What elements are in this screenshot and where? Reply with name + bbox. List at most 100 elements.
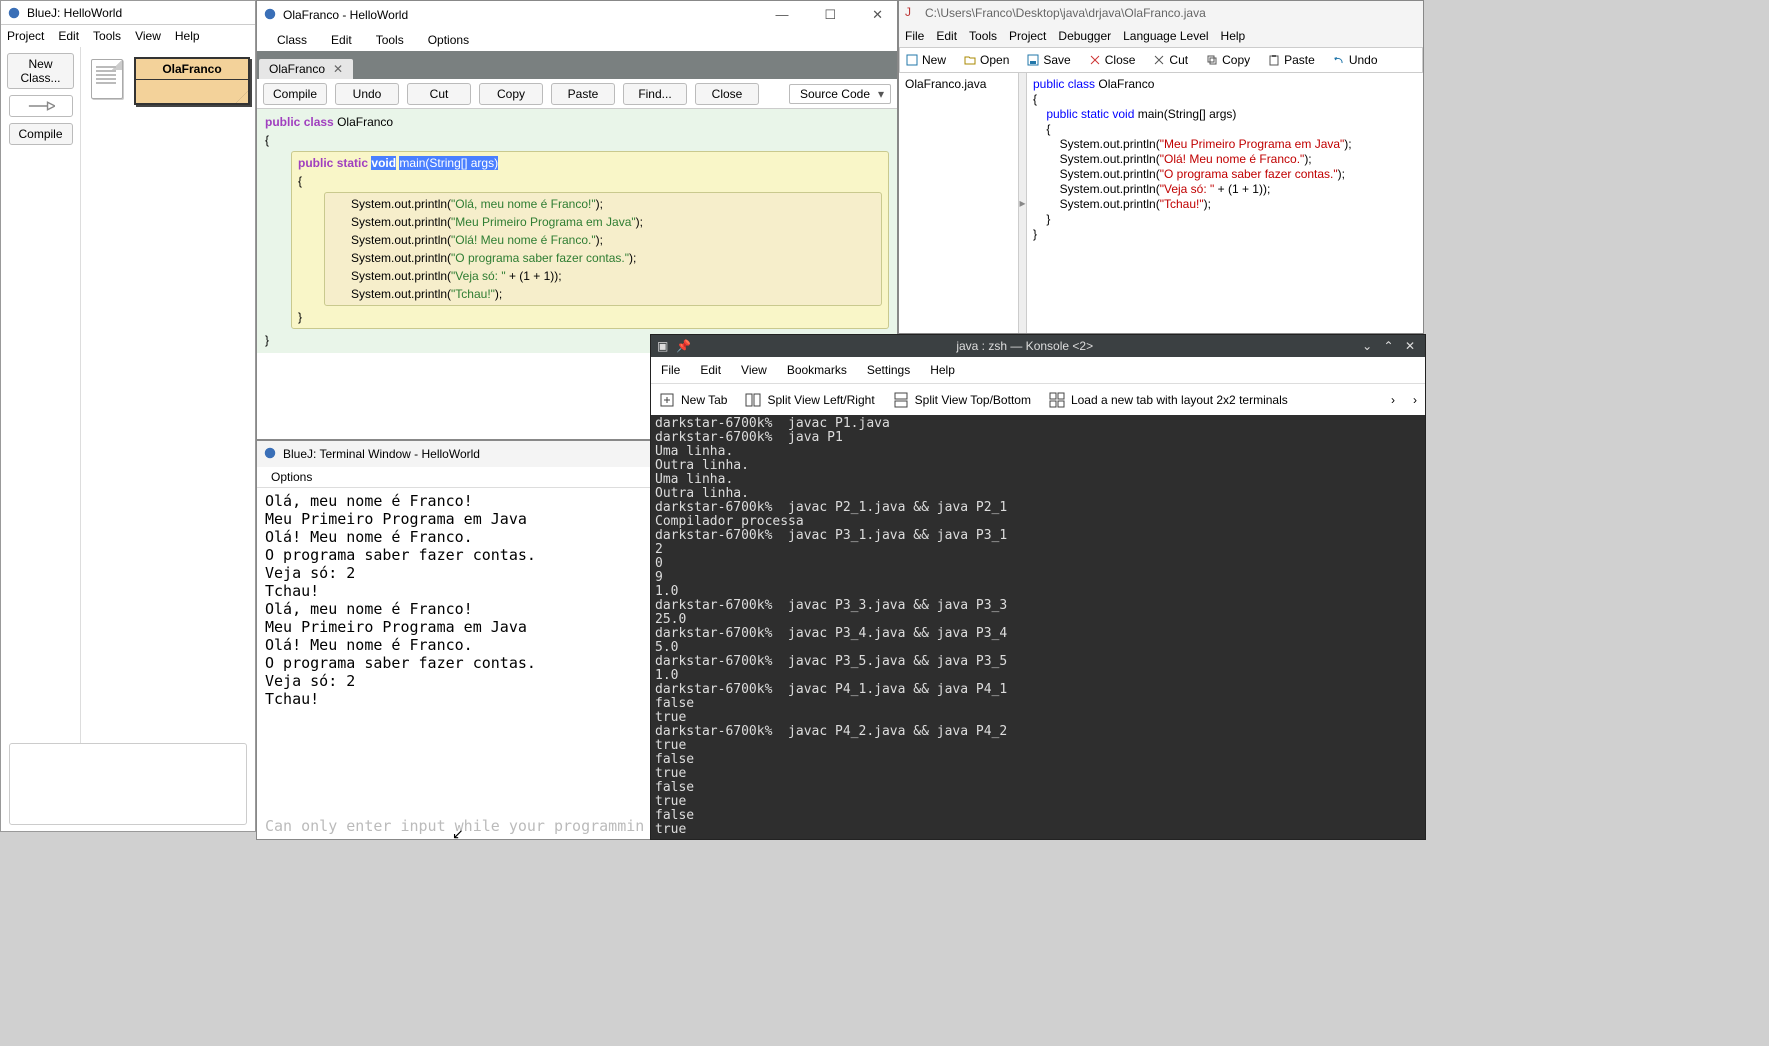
menu-file[interactable]: File xyxy=(905,29,924,43)
cut-button[interactable]: Cut xyxy=(1153,53,1188,67)
class-diagram[interactable]: OlaFranco xyxy=(81,47,255,757)
split-lr-button[interactable]: Split View Left/Right xyxy=(745,392,874,408)
drjava-editor[interactable]: public class OlaFranco { public static v… xyxy=(1027,73,1423,333)
label: Paste xyxy=(1284,53,1315,67)
undo-button[interactable]: Undo xyxy=(1333,53,1378,67)
new-class-button[interactable]: New Class... xyxy=(7,53,74,89)
menu-file[interactable]: File xyxy=(661,363,680,377)
paste-button[interactable]: Paste xyxy=(1268,53,1315,67)
drjava-menubar: File Edit Tools Project Debugger Languag… xyxy=(899,25,1423,47)
readme-icon[interactable] xyxy=(91,59,123,99)
object-bench[interactable] xyxy=(9,743,247,825)
compile-button[interactable]: Compile xyxy=(263,83,327,105)
copy-button[interactable]: Copy xyxy=(479,83,543,105)
close-icon[interactable]: ✕ xyxy=(1401,339,1419,353)
bluej-icon xyxy=(263,446,277,463)
bluej-icon xyxy=(7,6,21,20)
new-tab-button[interactable]: New Tab xyxy=(659,392,727,408)
code: System.out.println( xyxy=(351,197,451,211)
label: Close xyxy=(1105,53,1136,67)
maximize-icon[interactable]: ⌃ xyxy=(1380,339,1398,353)
layout-2x2-button[interactable]: Load a new tab with layout 2x2 terminals xyxy=(1049,392,1288,408)
menu-language-level[interactable]: Language Level xyxy=(1123,29,1208,43)
menu-view[interactable]: View xyxy=(135,29,161,43)
minimize-icon[interactable]: ⌄ xyxy=(1358,339,1376,353)
find-button[interactable]: Find... xyxy=(623,83,687,105)
kw: public xyxy=(265,115,300,129)
drjava-titlebar[interactable]: J C:\Users\Franco\Desktop\java\drjava\Ol… xyxy=(899,1,1423,25)
code: ); xyxy=(1304,152,1311,166)
menu-help[interactable]: Help xyxy=(930,363,955,377)
tab-close-icon[interactable]: ✕ xyxy=(333,62,343,76)
code-editor[interactable]: public class OlaFranco { public static v… xyxy=(257,109,897,353)
str: "Tchau!" xyxy=(1160,197,1204,211)
cut-button[interactable]: Cut xyxy=(407,83,471,105)
menu-options[interactable]: Options xyxy=(428,33,469,47)
menu-help[interactable]: Help xyxy=(175,29,200,43)
konsole-output[interactable]: darkstar-6700k% javac P1.java darkstar-6… xyxy=(651,415,1425,839)
menu-project[interactable]: Project xyxy=(1009,29,1046,43)
label: Open xyxy=(980,53,1009,67)
split-tb-button[interactable]: Split View Top/Bottom xyxy=(893,392,1031,408)
code: System.out.println( xyxy=(351,287,451,301)
code: ); xyxy=(1338,167,1345,181)
bluej-titlebar[interactable]: BlueJ: HelloWorld xyxy=(1,1,255,25)
konsole-title: java : zsh — Konsole <2> xyxy=(691,339,1358,353)
code: + (1 + 1)); xyxy=(506,269,562,283)
str: "Meu Primeiro Programa em Java" xyxy=(451,215,636,229)
menu-edit[interactable]: Edit xyxy=(700,363,721,377)
bluej-menubar: Project Edit Tools View Help xyxy=(1,25,255,47)
close-icon[interactable]: ✕ xyxy=(864,7,891,23)
menu-help[interactable]: Help xyxy=(1221,29,1246,43)
menu-edit[interactable]: Edit xyxy=(331,33,352,47)
menu-edit[interactable]: Edit xyxy=(936,29,957,43)
ident: OlaFranco xyxy=(337,115,393,129)
compile-button[interactable]: Compile xyxy=(9,123,73,145)
view-mode-select[interactable]: Source Code xyxy=(789,84,891,104)
editor-titlebar[interactable]: OlaFranco - HelloWorld — ☐ ✕ xyxy=(257,1,897,29)
chevron-right-icon[interactable]: › xyxy=(1391,393,1395,407)
menu-edit[interactable]: Edit xyxy=(58,29,79,43)
file-list[interactable]: OlaFranco.java xyxy=(899,73,1019,333)
menu-bookmarks[interactable]: Bookmarks xyxy=(787,363,847,377)
menu-tools[interactable]: Tools xyxy=(376,33,404,47)
kw: class xyxy=(304,115,334,129)
inheritance-arrow-button[interactable] xyxy=(9,95,73,117)
tab-olafranco[interactable]: OlaFranco ✕ xyxy=(259,59,353,79)
kw-selected: void xyxy=(371,156,396,170)
code: ); xyxy=(495,287,502,301)
close-button[interactable]: Close xyxy=(1089,53,1136,67)
file-list-item[interactable]: OlaFranco.java xyxy=(905,77,1012,91)
minimize-icon[interactable]: — xyxy=(767,7,796,23)
menu-view[interactable]: View xyxy=(741,363,767,377)
menu-debugger[interactable]: Debugger xyxy=(1058,29,1111,43)
maximize-icon[interactable]: ☐ xyxy=(816,7,844,23)
drjava-icon: J xyxy=(905,5,919,22)
close-button[interactable]: Close xyxy=(695,83,759,105)
code: System.out.println( xyxy=(1033,167,1160,181)
menu-class[interactable]: Class xyxy=(277,33,307,47)
konsole-titlebar[interactable]: ▣ 📌 java : zsh — Konsole <2> ⌄ ⌃ ✕ xyxy=(651,335,1425,357)
drjava-title: C:\Users\Franco\Desktop\java\drjava\OlaF… xyxy=(925,6,1206,20)
paste-button[interactable]: Paste xyxy=(551,83,615,105)
save-button[interactable]: Save xyxy=(1027,53,1070,67)
bluej-window: BlueJ: HelloWorld Project Edit Tools Vie… xyxy=(0,0,256,832)
menu-tools[interactable]: Tools xyxy=(969,29,997,43)
undo-button[interactable]: Undo xyxy=(335,83,399,105)
chevron-right-icon[interactable]: › xyxy=(1413,393,1417,407)
menu-project[interactable]: Project xyxy=(7,29,44,43)
pin-icon[interactable]: 📌 xyxy=(676,339,691,353)
code: System.out.println( xyxy=(351,251,451,265)
open-button[interactable]: Open xyxy=(964,53,1009,67)
menu-tools[interactable]: Tools xyxy=(93,29,121,43)
label: Split View Left/Right xyxy=(767,393,874,407)
new-button[interactable]: New xyxy=(906,53,946,67)
code: System.out.println( xyxy=(1033,197,1160,211)
class-card-olafranco[interactable]: OlaFranco xyxy=(134,57,250,105)
str: "Olá, meu nome é Franco!" xyxy=(451,197,596,211)
menu-settings[interactable]: Settings xyxy=(867,363,910,377)
editor-toolbar: Compile Undo Cut Copy Paste Find... Clos… xyxy=(257,79,897,109)
copy-button[interactable]: Copy xyxy=(1206,53,1250,67)
str: "Olá! Meu nome é Franco." xyxy=(1160,152,1305,166)
gutter-handle[interactable]: ▸ xyxy=(1019,73,1027,333)
